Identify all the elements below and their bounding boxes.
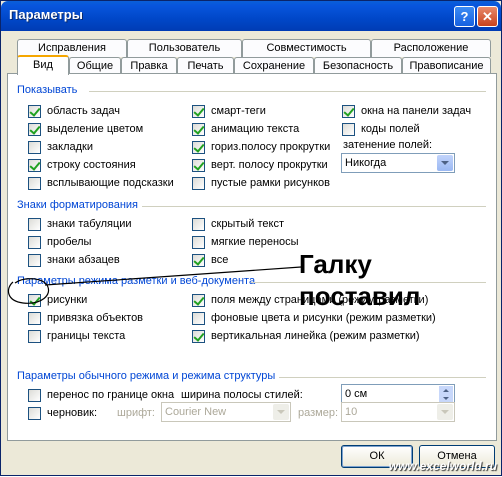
tab-view[interactable]: Вид bbox=[17, 55, 69, 75]
annotation-overlay bbox=[7, 266, 302, 304]
options-dialog: Параметры ? ✕ Исправления Пользователь С… bbox=[0, 0, 502, 476]
watermark: www.excelworld.ru bbox=[388, 459, 497, 473]
annotation-text-line1: Галку bbox=[299, 249, 372, 279]
annotation-circle bbox=[7, 278, 50, 304]
annotation-text-line2: поставил bbox=[299, 281, 421, 311]
tab-label: Вид bbox=[33, 59, 53, 71]
annotation-arrow bbox=[44, 266, 302, 286]
